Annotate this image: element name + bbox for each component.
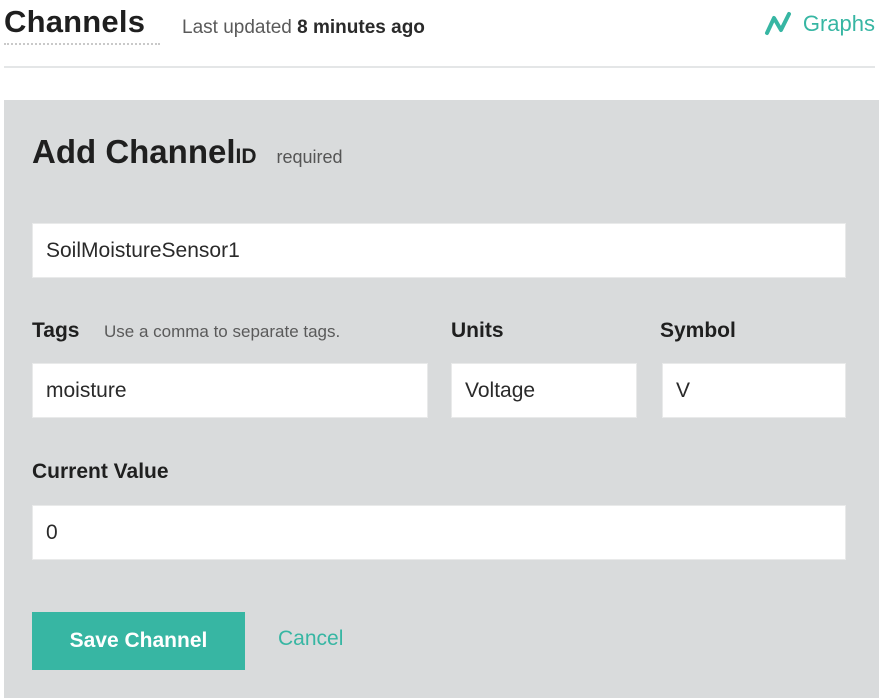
channel-id-input[interactable]: [32, 223, 846, 278]
units-label: Units: [451, 319, 504, 342]
tags-input[interactable]: [32, 363, 428, 418]
channel-id-label: ID: [235, 145, 257, 168]
tags-hint: Use a comma to separate tags.: [104, 322, 341, 341]
symbol-label: Symbol: [660, 319, 736, 342]
required-label: required: [276, 147, 343, 167]
channels-page: Channels Last updated 8 minutes ago Grap…: [0, 0, 879, 698]
last-updated-text: Last updated 8 minutes ago: [182, 17, 425, 39]
last-updated-prefix: Last updated: [182, 17, 292, 38]
save-channel-button[interactable]: Save Channel: [32, 612, 245, 670]
graphs-link[interactable]: Graphs: [763, 10, 875, 38]
last-updated-time: 8 minutes ago: [297, 17, 425, 38]
page-title: Channels: [4, 4, 146, 39]
units-input[interactable]: [451, 363, 637, 418]
tags-label: Tags: [32, 319, 80, 342]
current-value-input[interactable]: [32, 505, 846, 560]
header-divider: [4, 66, 875, 68]
cancel-link[interactable]: Cancel: [278, 627, 343, 651]
add-channel-heading: Add Channel ID required: [32, 133, 343, 171]
current-value-label: Current Value: [32, 460, 169, 483]
add-channel-title: Add Channel: [32, 133, 236, 170]
graphs-label: Graphs: [802, 11, 875, 36]
page-header: Channels Last updated 8 minutes ago Grap…: [0, 0, 879, 68]
graph-line-icon: [763, 10, 793, 38]
title-underline: [4, 43, 160, 45]
add-channel-panel: Add Channel ID required Tags Use a comma…: [4, 100, 879, 698]
symbol-input[interactable]: [662, 363, 846, 418]
